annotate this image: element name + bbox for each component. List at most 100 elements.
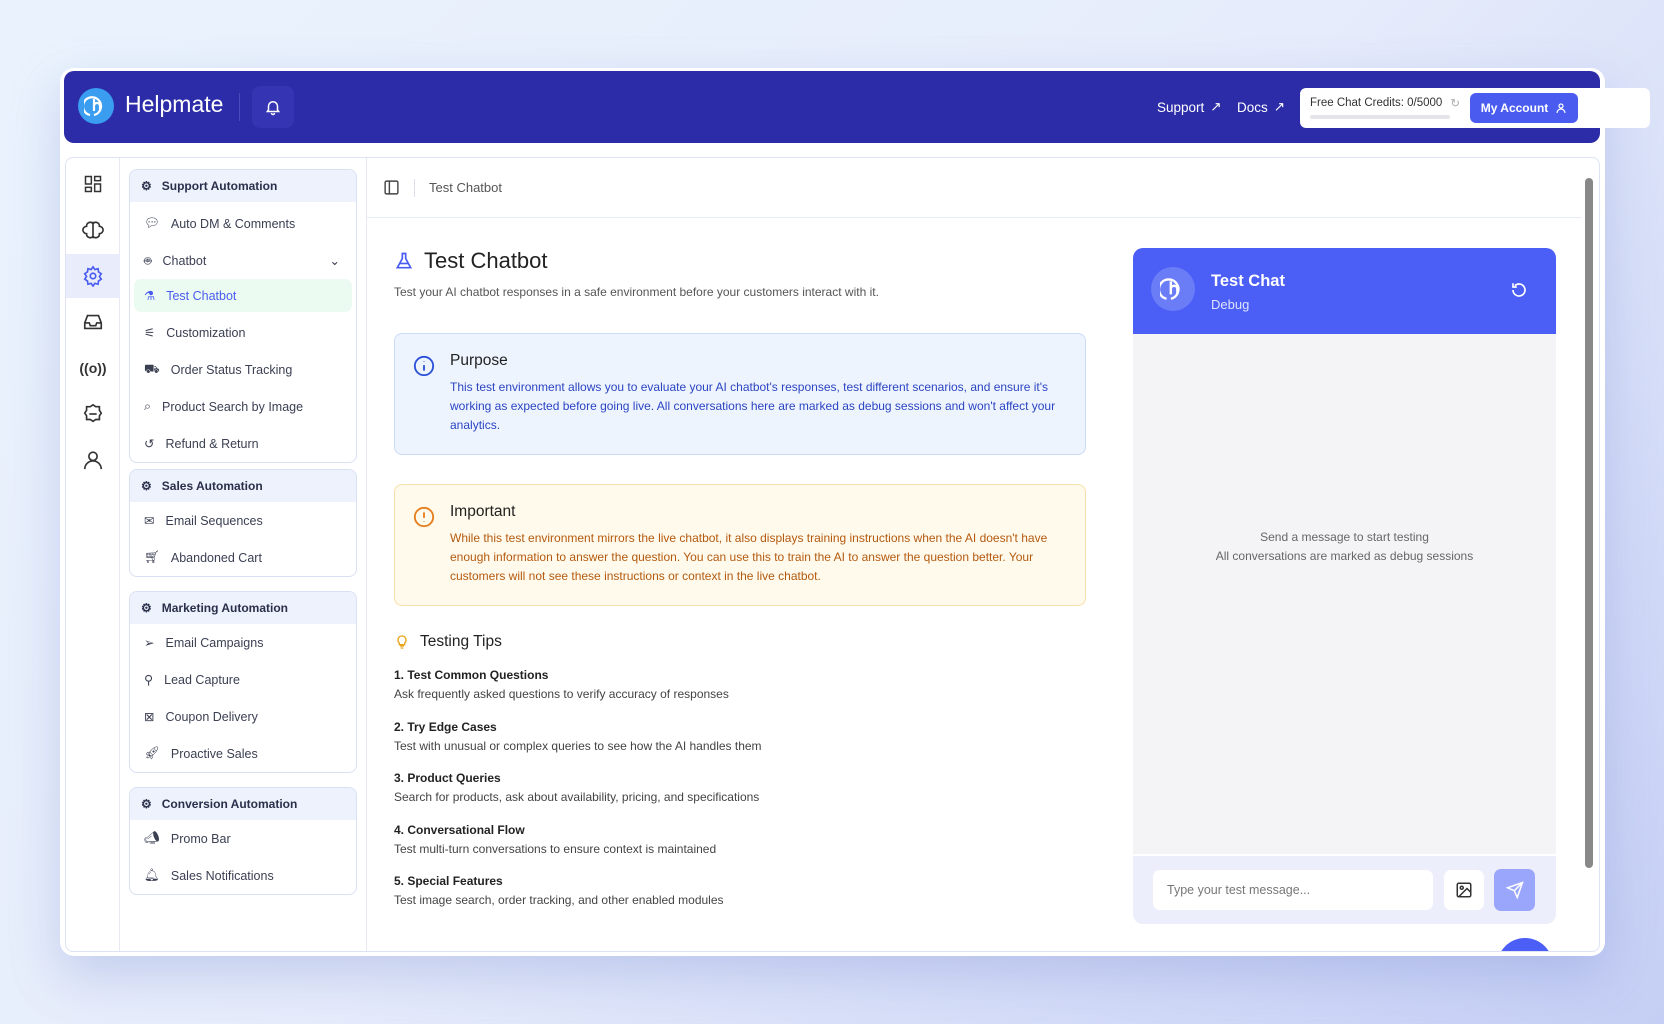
sidebar-item-email-sequences[interactable]: ✉ Email Sequences	[130, 502, 356, 539]
group-marketing-automation: ⚙ Marketing Automation ➢ Email Campaigns ⚲…	[129, 591, 357, 773]
sidebar-item-proactive-sales[interactable]: 🚀︎ Proactive Sales	[130, 735, 356, 772]
sidebar-item-auto-dm[interactable]: 💬︎ Auto DM & Comments	[130, 205, 356, 242]
tip-item: 5. Special Features Test image search, or…	[394, 874, 724, 907]
brain-icon	[82, 221, 104, 239]
message-input[interactable]	[1153, 870, 1433, 910]
rail-integrations[interactable]	[66, 392, 120, 436]
rail-profile[interactable]	[66, 438, 120, 482]
chevron-down-icon[interactable]: ⌄	[330, 253, 340, 268]
ticket-icon: ⊠	[144, 710, 155, 724]
sidebar-item-refund[interactable]: ↺ Refund & Return	[130, 425, 356, 462]
group-support-automation: ⚙ Support Automation 💬︎ Auto DM & Comments…	[129, 169, 357, 463]
tip-item: 4. Conversational Flow Test multi-turn co…	[394, 823, 716, 856]
group-header[interactable]: ⚙ Sales Automation	[130, 470, 356, 502]
scrollbar-thumb[interactable]	[1585, 178, 1593, 868]
bell-icon	[265, 101, 281, 116]
rail-inbox[interactable]	[66, 300, 120, 344]
bell-icon: 🔔︎	[144, 868, 160, 882]
tip-item: 2. Try Edge Cases Test with unusual or co…	[394, 720, 762, 753]
tip-text: Ask frequently asked questions to verify…	[394, 687, 729, 701]
sidebar-item-sales-notifications[interactable]: 🔔︎ Sales Notifications	[130, 857, 356, 894]
sidebar-item-product-search[interactable]: ⌕ Product Search by Image	[130, 388, 356, 425]
tips-title: Testing Tips	[420, 633, 502, 650]
sidebar-item-order-status[interactable]: ⛟ Order Status Tracking	[130, 351, 356, 388]
lightbulb-icon	[397, 635, 407, 649]
group-conversion-automation: ⚙ Conversion Automation 📣︎ Promo Bar 🔔︎ Sal…	[129, 787, 357, 895]
scrollbar[interactable]	[1579, 158, 1599, 951]
breadcrumb-current: Test Chatbot	[429, 180, 502, 195]
gear-icon	[83, 265, 103, 287]
sliders-icon: ⚟	[144, 326, 156, 340]
tip-item: 3. Product Queries Search for products, a…	[394, 771, 759, 804]
item-label: Order Status Tracking	[170, 362, 293, 377]
rail-ai-brain[interactable]	[66, 208, 120, 252]
item-label: Promo Bar	[170, 831, 231, 846]
support-label: Support	[1157, 99, 1205, 115]
scan-icon: ⌕	[144, 399, 152, 413]
refresh-credits-icon[interactable]: ↻	[1450, 96, 1460, 110]
tip-item: 1. Test Common Questions Ask frequently a…	[394, 668, 729, 701]
group-sales-automation: ⚙ Sales Automation ✉ Email Sequences 🛒︎ Aba…	[129, 469, 357, 577]
tip-title: 4. Conversational Flow	[394, 823, 525, 837]
sidebar-item-email-campaigns[interactable]: ➢ Email Campaigns	[130, 624, 356, 661]
credits-text: Free Chat Credits: 0/5000	[1310, 97, 1443, 109]
rocket-icon: 🚀︎	[144, 746, 160, 760]
external-arrow-icon: ↗	[1273, 99, 1286, 114]
rail-dashboard[interactable]	[66, 162, 120, 206]
sidebar-item-test-chatbot[interactable]: ⚗ Test Chatbot	[134, 279, 352, 312]
item-label: Lead Capture	[164, 672, 240, 687]
rail-broadcast[interactable]: ((o))	[66, 346, 120, 390]
group-header[interactable]: ⚙ Conversion Automation	[130, 788, 356, 820]
sidebar-item-promo-bar[interactable]: 📣︎ Promo Bar	[130, 820, 356, 857]
purpose-text: This test environment allows you to eval…	[450, 380, 1056, 432]
user-search-icon: ⚲	[144, 673, 154, 687]
truck-icon: ⛟	[144, 361, 160, 376]
sidebar-item-coupon-delivery[interactable]: ⊠ Coupon Delivery	[130, 698, 356, 735]
item-label: Coupon Delivery	[165, 709, 258, 724]
item-label: Email Sequences	[165, 513, 263, 528]
sidebar-item-lead-capture[interactable]: ⚲ Lead Capture	[130, 661, 356, 698]
my-account-button[interactable]: My Account	[1470, 93, 1578, 123]
chat-icon: 💬︎	[144, 216, 160, 230]
tip-text: Test image search, order tracking, and o…	[394, 893, 724, 907]
group-title: Support Automation	[161, 179, 278, 193]
send-button[interactable]	[1494, 869, 1535, 911]
important-card: Important While this test environment mi…	[394, 484, 1086, 606]
reset-chat-icon[interactable]	[1510, 281, 1528, 299]
sidebar-item-abandoned-cart[interactable]: 🛒︎ Abandoned Cart	[130, 539, 356, 576]
important-title: Important	[450, 503, 516, 520]
broadcast-icon: ((o))	[79, 360, 107, 376]
tip-text: Test multi-turn conversations to ensure …	[394, 842, 717, 856]
chat-title: Test Chat	[1211, 272, 1285, 290]
brand-name: Helpmate	[125, 91, 224, 117]
megaphone-icon: 📣︎	[144, 831, 160, 845]
group-header[interactable]: ⚙ Marketing Automation	[130, 592, 356, 624]
flask-icon: ⚗	[144, 289, 156, 303]
notifications-button[interactable]	[252, 86, 294, 128]
sidebar-toggle-icon[interactable]	[383, 179, 400, 196]
item-label: Sales Notifications	[170, 868, 274, 883]
docs-link[interactable]: Docs ↗	[1237, 99, 1285, 115]
support-link[interactable]: Support ↗	[1157, 99, 1222, 115]
item-label: Product Search by Image	[162, 399, 304, 414]
item-label: Auto DM & Comments	[170, 216, 296, 231]
credits-progress-bar	[1310, 115, 1450, 119]
image-icon	[1456, 882, 1472, 898]
account-label: My Account	[1480, 101, 1549, 115]
main-content: Test Chatbot Test Chatbot Test your AI c…	[367, 158, 1581, 951]
item-label: Test Chatbot	[166, 288, 237, 303]
upload-image-button[interactable]	[1444, 870, 1484, 910]
group-header[interactable]: ⚙ Support Automation	[130, 170, 356, 202]
helpmate-logo-icon	[78, 88, 114, 124]
refund-icon: ↺	[144, 437, 155, 451]
chat-empty-state: Send a message to start testing All conve…	[1133, 528, 1556, 566]
floating-chat-button[interactable]	[1497, 938, 1553, 951]
support-gear-icon: ⚙	[141, 179, 152, 193]
sidebar-item-customization[interactable]: ⚟ Customization	[130, 314, 356, 351]
credits-widget: Free Chat Credits: 0/5000 ↻ My Account	[1300, 88, 1650, 128]
testing-tips-heading: Testing Tips	[394, 632, 502, 652]
cart-icon: 🛒︎	[144, 550, 160, 564]
rail-automation[interactable]	[66, 254, 120, 298]
sales-gear-icon: ⚙	[141, 479, 152, 493]
sidebar-item-chatbot[interactable]: 🤖︎ Chatbot ⌄	[130, 242, 356, 279]
